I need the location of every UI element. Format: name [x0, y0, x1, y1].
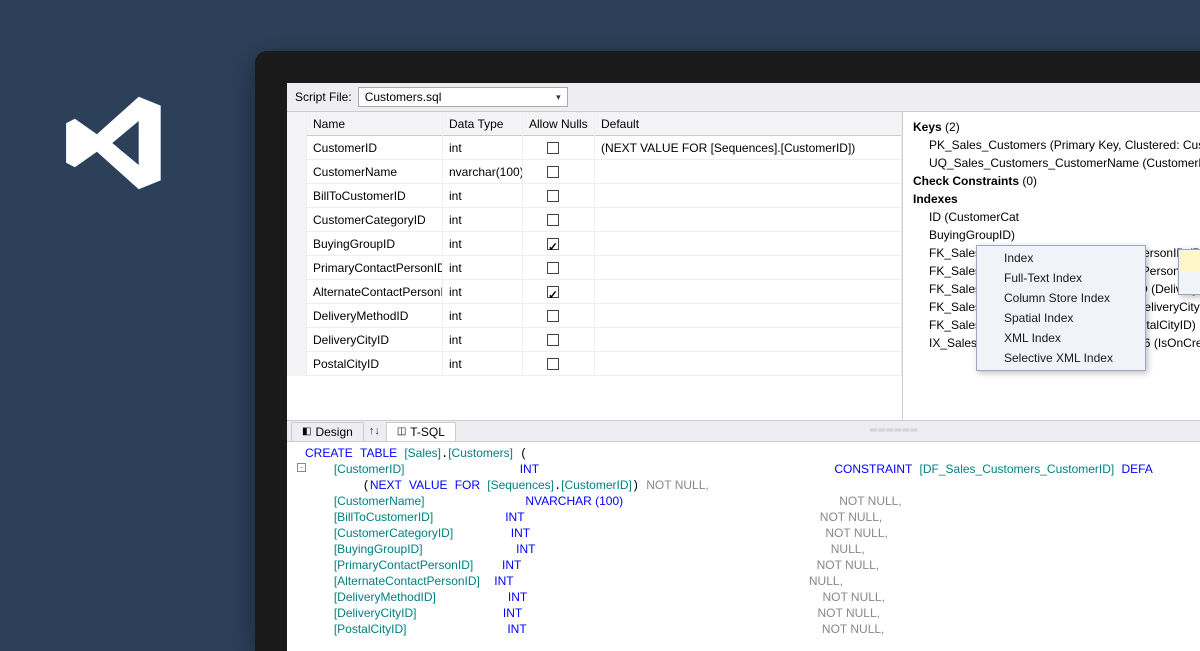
- visual-studio-logo-icon: [57, 88, 172, 198]
- script-toolbar: Script File: Customers.sql ▾: [287, 83, 1200, 112]
- swap-icon[interactable]: ↑↓: [363, 425, 386, 437]
- grid-header-row: Name Data Type Allow Nulls Default: [287, 112, 902, 136]
- tsql-icon: ◫: [397, 426, 406, 437]
- col-header-type[interactable]: Data Type: [443, 112, 523, 136]
- checks-heading: Check Constraints: [913, 172, 1019, 190]
- script-file-value: Customers.sql: [365, 90, 442, 104]
- context-menu-index-types: IndexFull-Text IndexColumn Store IndexSp…: [976, 245, 1146, 371]
- columns-grid: Name Data Type Allow Nulls Default Custo…: [287, 112, 903, 420]
- menu-item[interactable]: Spatial Index: [978, 308, 1144, 328]
- checkbox[interactable]: [547, 166, 559, 178]
- key-item[interactable]: UQ_Sales_Customers_CustomerName (Custome…: [913, 154, 1200, 172]
- table-row[interactable]: AlternateContactPersonIDint: [287, 280, 902, 304]
- caret-down-icon: ▾: [556, 92, 561, 103]
- splitter-grip-icon[interactable]: ══════: [870, 425, 919, 436]
- table-row[interactable]: CustomerIDint(NEXT VALUE FOR [Sequences]…: [287, 136, 902, 160]
- menu-item[interactable]: Index: [978, 248, 1144, 268]
- checkbox[interactable]: [547, 238, 559, 250]
- table-row[interactable]: PrimaryContactPersonIDint: [287, 256, 902, 280]
- script-file-label: Script File:: [295, 90, 352, 104]
- col-header-default[interactable]: Default: [595, 112, 902, 136]
- keys-heading: Keys: [913, 118, 942, 136]
- design-icon: ◧: [302, 426, 311, 437]
- key-item[interactable]: PK_Sales_Customers (Primary Key, Cluster…: [913, 136, 1200, 154]
- code-outline-toggle[interactable]: -: [297, 463, 306, 472]
- checkbox[interactable]: [547, 334, 559, 346]
- menu-item[interactable]: Full-Text Index: [978, 268, 1144, 288]
- context-menu-add-new: Add New▶ Switch to T-SQL Pane: [1178, 249, 1200, 295]
- menu-item[interactable]: Selective XML Index: [978, 348, 1144, 368]
- indexes-heading: Indexes: [913, 190, 958, 208]
- table-row[interactable]: PostalCityIDint: [287, 352, 902, 376]
- menu-item[interactable]: Column Store Index: [978, 288, 1144, 308]
- checkbox[interactable]: [547, 190, 559, 202]
- index-item[interactable]: ID (CustomerCat: [913, 208, 1200, 226]
- menu-item-add-new[interactable]: Add New▶: [1180, 252, 1200, 272]
- index-item[interactable]: BuyingGroupID): [913, 226, 1200, 244]
- table-row[interactable]: CustomerCategoryIDint: [287, 208, 902, 232]
- checkbox[interactable]: [547, 214, 559, 226]
- tab-tsql[interactable]: ◫T-SQL: [386, 422, 456, 441]
- table-row[interactable]: BuyingGroupIDint: [287, 232, 902, 256]
- col-header-name[interactable]: Name: [307, 112, 443, 136]
- checkbox[interactable]: [547, 286, 559, 298]
- checkbox[interactable]: [547, 142, 559, 154]
- menu-item[interactable]: XML Index: [978, 328, 1144, 348]
- checkbox[interactable]: [547, 262, 559, 274]
- col-header-nulls[interactable]: Allow Nulls: [523, 112, 595, 136]
- tab-design[interactable]: ◧Design: [291, 422, 364, 441]
- table-row[interactable]: DeliveryMethodIDint: [287, 304, 902, 328]
- table-row[interactable]: DeliveryCityIDint: [287, 328, 902, 352]
- table-row[interactable]: BillToCustomerIDint: [287, 184, 902, 208]
- checkbox[interactable]: [547, 310, 559, 322]
- checkbox[interactable]: [547, 358, 559, 370]
- script-file-dropdown[interactable]: Customers.sql ▾: [358, 87, 568, 107]
- bottom-tabstrip: ◧Design ↑↓ ◫T-SQL: [287, 420, 1200, 442]
- menu-item-switch-tsql[interactable]: Switch to T-SQL Pane: [1180, 272, 1200, 292]
- tsql-editor[interactable]: CREATE TABLE [Sales].[Customers] ( [Cust…: [287, 442, 1200, 642]
- table-row[interactable]: CustomerNamenvarchar(100): [287, 160, 902, 184]
